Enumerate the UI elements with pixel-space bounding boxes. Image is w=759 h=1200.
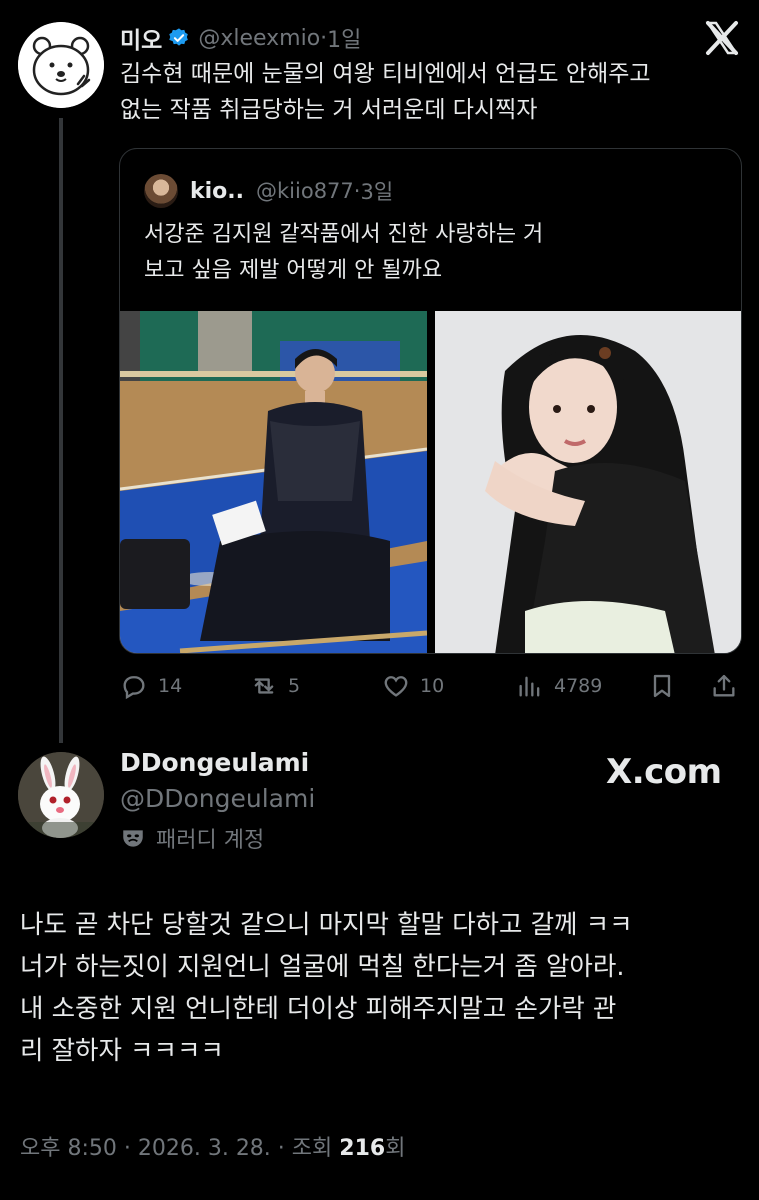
tweet2-body-line: 리 잘하자 ㅋㅋㅋㅋ	[20, 1036, 224, 1066]
tweet1-action-bar: 14 5 10 4789	[120, 668, 750, 704]
quote-tweet-card[interactable]: kio.. @kiio877 · 3일 서강준 김지원 같작품에서 진한 사랑하…	[119, 148, 742, 654]
repost-icon	[254, 678, 274, 694]
quote-text-line: 보고 싶음 제발 어떻게 안 될까요	[144, 258, 443, 283]
views-button[interactable]: 4789	[516, 668, 602, 704]
parody-mask-icon	[123, 830, 143, 847]
tweet1-text: 김수현 때문에 눈물의 여왕 티비엔에서 언급도 안해주고 없는 작품 취급당하…	[120, 56, 750, 128]
tweet1-display-name[interactable]: 미오	[120, 21, 162, 55]
rabbit-avatar-icon	[18, 752, 104, 838]
reply-button[interactable]: 14	[120, 668, 182, 704]
quote-display-name[interactable]: kio..	[190, 179, 244, 204]
quote-text-line: 서강준 김지원 같작품에서 진한 사랑하는 거	[144, 222, 544, 247]
quote-time[interactable]: 3일	[360, 176, 393, 206]
tweet2-body-line: 내 소중한 지원 언니한테 더이상 피해주지말고 손가락 관	[20, 994, 617, 1024]
like-icon	[384, 676, 408, 697]
quote-image-kendo-athlete[interactable]	[120, 311, 427, 653]
portrait-photo-illustration	[435, 311, 741, 653]
tweet1-handle[interactable]: @xleexmio	[198, 26, 320, 51]
views-icon	[519, 676, 540, 697]
like-count: 10	[420, 675, 445, 697]
tweet2-view-suffix: 회	[385, 1136, 406, 1161]
avatar-ddongeulami[interactable]	[18, 752, 104, 838]
tweet1-time[interactable]: 1일	[327, 22, 361, 54]
quote-avatar[interactable]	[144, 174, 178, 208]
tweet2-view-count: 216	[339, 1136, 386, 1161]
bookmark-icon	[653, 674, 671, 698]
verified-icon	[169, 28, 189, 46]
quote-image-actress-portrait[interactable]	[435, 311, 741, 653]
bear-avatar-icon	[18, 22, 104, 108]
separator-dot: ·	[320, 25, 328, 51]
tweet2-handle[interactable]: @DDongeulami	[120, 784, 315, 813]
tweet2-body-line: 너가 하는짓이 지원언니 얼굴에 먹칠 한다는거 좀 알아라.	[20, 952, 625, 982]
kendo-photo-illustration	[120, 311, 427, 653]
separator-dot: ·	[353, 179, 361, 203]
avatar-mio[interactable]	[18, 22, 104, 108]
reply-count: 14	[158, 675, 183, 697]
like-button[interactable]: 10	[382, 668, 444, 704]
quote-handle[interactable]: @kiio877	[256, 179, 354, 203]
tweet2-display-name[interactable]: DDongeulami	[120, 748, 309, 777]
parody-account-label: 패러디 계정	[120, 822, 264, 854]
repost-count: 5	[288, 675, 301, 697]
parody-label-text: 패러디 계정	[156, 828, 265, 853]
tweet1-text-line: 없는 작품 취급당하는 거 서러운데 다시찍자	[120, 97, 538, 123]
share-icon	[713, 674, 735, 697]
tweet1-text-line: 김수현 때문에 눈물의 여왕 티비엔에서 언급도 안해주고	[120, 61, 651, 87]
x-com-watermark: X.com	[606, 752, 722, 792]
tweet2-meta: 오후 8:50 · 2026. 3. 28. · 조회 216회	[20, 1130, 405, 1162]
tweet2-body: 나도 곧 차단 당할것 같으니 마지막 할말 다하고 갈께 ㅋㅋ 너가 하는짓이…	[20, 904, 748, 1072]
view-count: 4789	[554, 675, 603, 697]
tweet2-body-line: 나도 곧 차단 당할것 같으니 마지막 할말 다하고 갈께 ㅋㅋ	[20, 910, 633, 940]
thread-connector-line	[59, 118, 63, 743]
tweet2-timestamp[interactable]: 오후 8:50 · 2026. 3. 28. · 조회	[20, 1136, 339, 1161]
reply-icon	[123, 676, 145, 700]
x-logo-icon[interactable]	[702, 18, 742, 58]
quote-header: kio.. @kiio877 · 3일	[144, 173, 393, 209]
quote-text: 서강준 김지원 같작품에서 진한 사랑하는 거 보고 싶음 제발 어떻게 안 될…	[144, 217, 724, 289]
repost-button[interactable]: 5	[250, 668, 300, 704]
tweet1-header: 미오 @xleexmio · 1일	[120, 20, 361, 56]
share-button[interactable]	[710, 668, 748, 704]
bookmark-button[interactable]	[648, 668, 686, 704]
